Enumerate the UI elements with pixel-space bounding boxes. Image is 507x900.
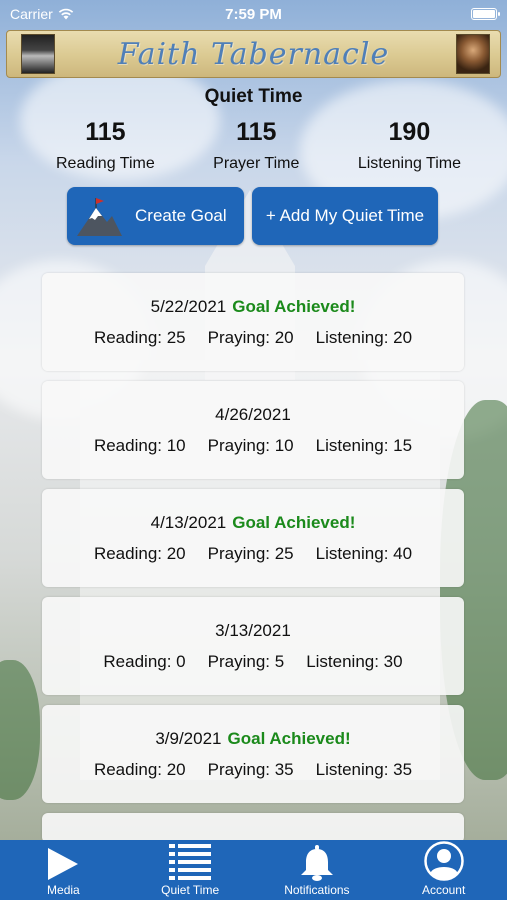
play-icon bbox=[48, 848, 79, 880]
create-goal-label: Create Goal bbox=[135, 206, 227, 225]
pastor-portrait bbox=[21, 34, 55, 74]
entry-reading: Reading: 20 bbox=[93, 759, 186, 779]
add-quiet-time-label: + Add My Quiet Time bbox=[265, 206, 425, 225]
stat-label: Reading Time bbox=[56, 155, 155, 172]
stat-value: 115 bbox=[236, 118, 277, 146]
status-time: 7:59 PM bbox=[225, 5, 282, 23]
list-icon bbox=[169, 844, 212, 880]
tab-media[interactable]: Media bbox=[0, 840, 126, 900]
entry-listening: Listening: 30 bbox=[306, 651, 403, 671]
stat-listening: 190 Listening Time bbox=[358, 118, 461, 173]
entry-reading: Reading: 0 bbox=[103, 651, 186, 671]
mountain-flag-icon bbox=[77, 198, 122, 236]
entry-date: 4/26/2021 bbox=[215, 404, 291, 424]
tab-notifications[interactable]: Notifications bbox=[254, 840, 380, 900]
tab-label: Notifications bbox=[284, 883, 350, 897]
entry-listening: Listening: 35 bbox=[315, 759, 413, 779]
entry-reading: Reading: 25 bbox=[93, 327, 186, 347]
stat-label: Prayer Time bbox=[213, 155, 300, 172]
list-item[interactable]: 4/13/2021 Goal Achieved! Reading: 20 Pray… bbox=[42, 489, 464, 587]
stat-prayer: 115 Prayer Time bbox=[213, 118, 299, 173]
action-buttons: Create Goal + Add My Quiet Time bbox=[0, 187, 507, 245]
list-item[interactable]: 5/22/2021 Goal Achieved! Reading: 25 Pray… bbox=[42, 273, 464, 371]
entry-date: 3/9/2021 bbox=[155, 728, 222, 748]
entry-listening: Listening: 40 bbox=[315, 543, 413, 563]
tab-account[interactable]: Account bbox=[381, 840, 507, 900]
tab-label: Quiet Time bbox=[161, 883, 220, 897]
bell-icon bbox=[300, 845, 333, 881]
entry-date: 4/13/2021 bbox=[150, 512, 227, 532]
goal-achieved-badge: Goal Achieved! bbox=[227, 728, 351, 748]
goal-achieved-badge: Goal Achieved! bbox=[232, 512, 356, 532]
entry-praying: Praying: 25 bbox=[207, 543, 294, 563]
stat-value: 190 bbox=[388, 118, 431, 146]
stat-label: Listening Time bbox=[357, 155, 461, 172]
entry-listening: Listening: 20 bbox=[315, 327, 413, 347]
entry-date: 5/22/2021 bbox=[150, 296, 227, 316]
list-item[interactable]: 3/13/2021 Reading: 0 Praying: 5 Listenin… bbox=[42, 597, 464, 695]
list-item[interactable] bbox=[42, 813, 464, 843]
entry-praying: Praying: 5 bbox=[207, 651, 285, 671]
quiet-time-screen: Quiet Time 115 Reading Time 115 Prayer T… bbox=[0, 78, 507, 853]
stat-value: 115 bbox=[85, 118, 126, 146]
entry-reading: Reading: 10 bbox=[93, 435, 186, 455]
entry-date: 3/13/2021 bbox=[215, 620, 291, 640]
entry-reading: Reading: 20 bbox=[93, 543, 186, 563]
add-quiet-time-button[interactable]: + Add My Quiet Time bbox=[252, 187, 438, 245]
banner-title: Faith Tabernacle bbox=[117, 36, 390, 72]
entry-praying: Praying: 20 bbox=[207, 327, 294, 347]
tab-label: Account bbox=[421, 883, 466, 897]
entry-listening: Listening: 15 bbox=[315, 435, 413, 455]
page-title: Quiet Time bbox=[204, 86, 303, 107]
list-item[interactable]: 4/26/2021 Reading: 10 Praying: 10 Listen… bbox=[42, 381, 464, 479]
status-bar: Carrier 7:59 PM bbox=[0, 0, 507, 28]
goal-achieved-badge: Goal Achieved! bbox=[232, 296, 356, 316]
app-banner: Faith Tabernacle bbox=[6, 30, 501, 78]
carrier-label: Carrier bbox=[10, 6, 53, 22]
entry-praying: Praying: 10 bbox=[207, 435, 294, 455]
battery-icon bbox=[471, 8, 500, 20]
jesus-portrait bbox=[456, 34, 490, 74]
quiet-time-list: 5/22/2021 Goal Achieved! Reading: 25 Pray… bbox=[0, 273, 507, 843]
tab-quiet-time[interactable]: Quiet Time bbox=[127, 840, 253, 900]
tab-label: Media bbox=[47, 883, 80, 897]
entry-praying: Praying: 35 bbox=[207, 759, 294, 779]
create-goal-button[interactable]: Create Goal bbox=[67, 187, 244, 245]
stats-summary: 115 Reading Time 115 Prayer Time 190 Lis… bbox=[0, 118, 507, 173]
account-icon bbox=[423, 841, 464, 881]
stat-reading: 115 Reading Time bbox=[56, 118, 155, 173]
list-item[interactable]: 3/9/2021 Goal Achieved! Reading: 20 Prayi… bbox=[42, 705, 464, 803]
tab-bar: Media Quiet Time Notifications Account bbox=[0, 840, 507, 900]
wifi-icon bbox=[58, 8, 73, 20]
